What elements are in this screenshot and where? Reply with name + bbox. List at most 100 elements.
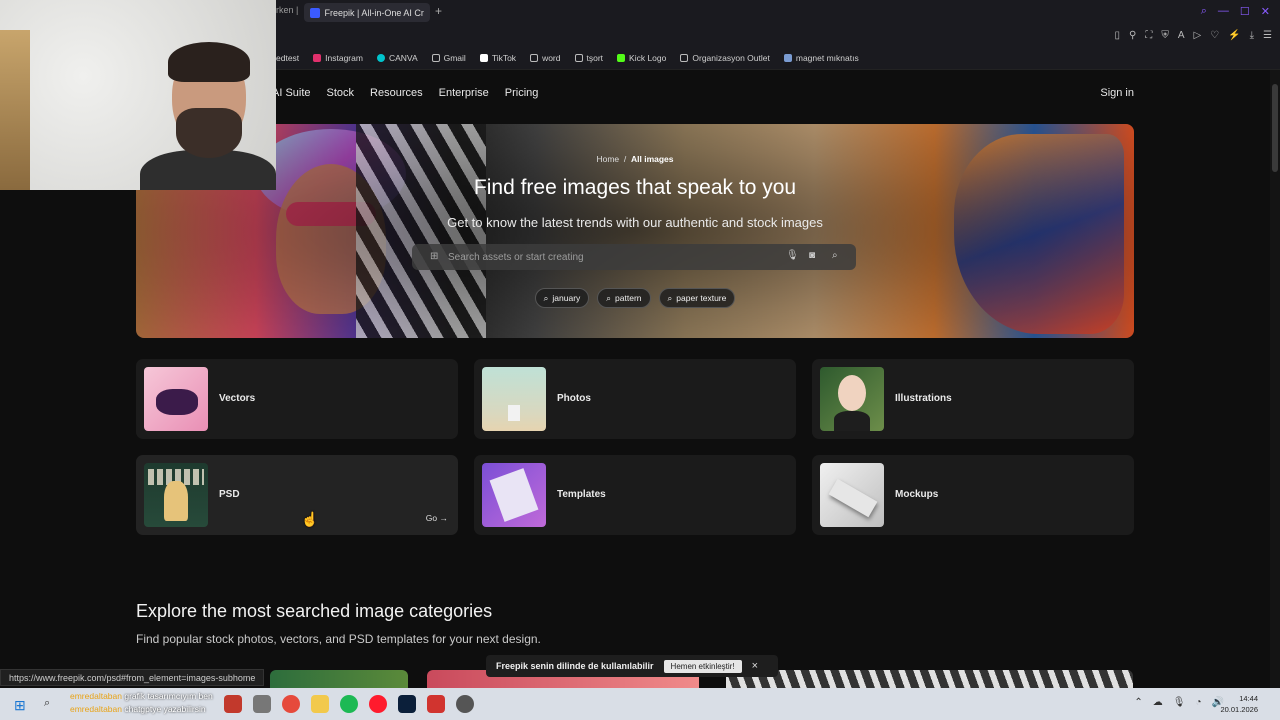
photoshop-icon[interactable]: [398, 695, 416, 713]
bookmark-gmail[interactable]: Gmail: [431, 53, 466, 63]
bookmark-tsort[interactable]: tşort: [574, 53, 603, 63]
category-card-psd[interactable]: PSD Go →: [136, 455, 458, 535]
scrollbar-thumb[interactable]: [1272, 84, 1278, 172]
enable-language-button[interactable]: Hemen etkinleştir!: [663, 659, 742, 673]
microphone-icon[interactable]: 🎙: [786, 250, 799, 261]
kick-icon: [617, 54, 626, 62]
app-icon[interactable]: [224, 695, 242, 713]
category-card-mockups[interactable]: Mockups: [812, 455, 1134, 535]
menu-icon[interactable]: ☰: [1263, 30, 1272, 41]
portrait-face-shape: [838, 375, 866, 411]
microphone-icon[interactable]: 🎙: [1173, 697, 1186, 708]
category-card-templates[interactable]: Templates: [474, 455, 796, 535]
close-icon[interactable]: ×: [752, 660, 758, 672]
heart-icon[interactable]: ♡: [1210, 30, 1219, 41]
bookmark-kick-logo[interactable]: Kick Logo: [617, 53, 666, 63]
opera-icon[interactable]: [369, 695, 387, 713]
minimize-icon[interactable]: —: [1218, 5, 1229, 18]
breadcrumb-current: All images: [631, 154, 674, 164]
reader-icon[interactable]: ▯: [1114, 30, 1120, 41]
nav-stock[interactable]: Stock: [327, 87, 355, 99]
tab-previous[interactable]: rken |: [276, 5, 298, 15]
nav-ai-suite[interactable]: AI Suite: [272, 87, 311, 99]
grid-icon[interactable]: ⊞: [430, 251, 438, 262]
category-preview-3[interactable]: [726, 670, 1133, 688]
nav-enterprise[interactable]: Enterprise: [439, 87, 489, 99]
bookmark-organizasyon[interactable]: Organizasyon Outlet: [680, 53, 770, 63]
app-icon[interactable]: [427, 695, 445, 713]
page-title: Find free images that speak to you: [473, 176, 797, 199]
folder-icon[interactable]: [311, 695, 329, 713]
nav-pricing[interactable]: Pricing: [505, 87, 539, 99]
category-label: Illustrations: [895, 393, 952, 404]
stream-chat-overlay: emredaltaban grafik tasarımcıyım ben emr…: [70, 690, 213, 716]
page-icon: [431, 54, 440, 62]
page-icon: [574, 54, 583, 62]
search-input[interactable]: [448, 244, 778, 270]
toolbar-icons: ▯ ⚲ ⛶ ⛨ A ▷ ♡ ⚡ ⤓ ☰: [1114, 30, 1272, 41]
card-template-shape: [489, 468, 539, 522]
category-card-illustrations[interactable]: Illustrations: [812, 359, 1134, 439]
search-tabs-icon[interactable]: ⌕: [1201, 5, 1207, 18]
category-label: PSD: [219, 489, 240, 500]
windows-start-icon[interactable]: ⊞: [14, 697, 26, 714]
new-tab-plus-icon[interactable]: +: [435, 4, 442, 18]
category-preview-1[interactable]: [270, 670, 408, 688]
download-icon[interactable]: ⤓: [1250, 30, 1254, 41]
category-label: Photos: [557, 393, 591, 404]
chrome-icon[interactable]: [282, 695, 300, 713]
photos-thumbnail: [482, 367, 546, 431]
chip-pattern[interactable]: ⌕ pattern: [597, 288, 651, 308]
system-tray: ⌃ ☁ 🎙 ◔ 🔊: [1134, 697, 1224, 708]
tiktok-icon: [479, 54, 488, 62]
image-icon: [783, 54, 792, 62]
screenshot-icon[interactable]: ⛶: [1145, 30, 1152, 41]
search-bar: ⊞ 🎙 ◙ ⌕: [412, 244, 856, 270]
tab-freepik[interactable]: Freepik | All-in-One AI Cre: [304, 3, 430, 22]
close-window-icon[interactable]: ✕: [1261, 5, 1270, 18]
bookmark-canva[interactable]: CANVA: [376, 53, 418, 63]
camera-icon[interactable]: ◙: [809, 250, 815, 261]
translate-icon[interactable]: A: [1178, 30, 1185, 41]
bookmark-instagram[interactable]: Instagram: [313, 53, 363, 63]
nav-resources[interactable]: Resources: [370, 87, 423, 99]
bookmark-word[interactable]: word: [530, 53, 561, 63]
suggestion-chips: ⌕ january ⌕ pattern ⌕ paper texture: [136, 288, 1134, 308]
mockups-thumbnail: [820, 463, 884, 527]
lifeguard-tower-shape: [508, 405, 520, 421]
bookmark-edtest[interactable]: edtest: [276, 53, 299, 63]
go-link[interactable]: Go →: [426, 513, 448, 523]
search-icon[interactable]: ⌕: [44, 697, 50, 710]
extension-icon[interactable]: ⚡: [1228, 30, 1240, 41]
shield-icon[interactable]: ⛨: [1161, 30, 1169, 41]
search-icon: ⌕: [606, 292, 612, 303]
obs-icon[interactable]: [456, 695, 474, 713]
pin-icon[interactable]: ⚲: [1129, 30, 1136, 41]
bookmark-magnet[interactable]: magnet mıknatıs: [783, 53, 859, 63]
maximize-icon[interactable]: ☐: [1240, 5, 1250, 18]
wifi-icon[interactable]: ◔: [1196, 697, 1202, 708]
play-icon[interactable]: ▷: [1193, 30, 1201, 41]
hand-cursor-icon: ☝: [301, 511, 319, 527]
spotify-icon[interactable]: [340, 695, 358, 713]
cloud-icon[interactable]: ☁: [1153, 697, 1163, 708]
bookmark-tiktok[interactable]: TikTok: [479, 53, 516, 63]
chip-january[interactable]: ⌕ january: [534, 288, 590, 308]
freepik-favicon-icon: [310, 7, 320, 18]
breadcrumb-home[interactable]: Home: [596, 154, 619, 164]
chevron-up-icon[interactable]: ⌃: [1134, 697, 1142, 708]
webcam-overlay: [0, 0, 276, 190]
category-card-photos[interactable]: Photos: [474, 359, 796, 439]
clock[interactable]: 14:44 20.01.2026: [1220, 693, 1258, 715]
category-card-vectors[interactable]: Vectors: [136, 359, 458, 439]
sign-in-link[interactable]: Sign in: [1100, 87, 1134, 99]
search-icon: ⌕: [667, 292, 673, 303]
chat-message: chatgptye yazabilirsin: [124, 704, 206, 714]
taskbar-apps: [224, 695, 474, 713]
app-icon[interactable]: [253, 695, 271, 713]
chip-paper-texture[interactable]: ⌕ paper texture: [658, 288, 736, 308]
templates-thumbnail: [482, 463, 546, 527]
page-subtitle: Get to know the latest trends with our a…: [447, 215, 823, 230]
webcam-person-hair: [168, 42, 250, 82]
search-icon[interactable]: ⌕: [832, 250, 838, 261]
